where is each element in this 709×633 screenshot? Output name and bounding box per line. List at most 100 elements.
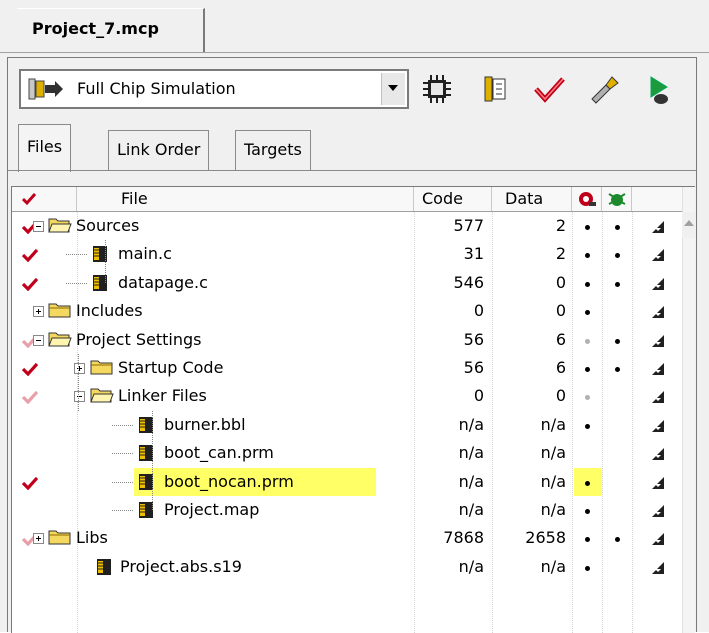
settings-icon[interactable] bbox=[477, 71, 513, 107]
debug-marker[interactable] bbox=[615, 281, 620, 287]
debug-marker[interactable] bbox=[615, 367, 620, 372]
project-tab[interactable]: Project_7.mcp bbox=[17, 8, 205, 52]
tree-row[interactable]: boot_can.prm n/a n/a bbox=[12, 439, 682, 467]
row-options-icon[interactable] bbox=[650, 418, 666, 439]
check-icon[interactable] bbox=[21, 276, 39, 296]
debug-marker[interactable] bbox=[585, 225, 590, 230]
expand-icon[interactable] bbox=[33, 533, 44, 545]
tree-row[interactable]: Project Settings 56 6 bbox=[12, 326, 682, 354]
tree-row[interactable]: Project.abs.s19 n/a n/a bbox=[12, 553, 682, 581]
header-code[interactable]: Code bbox=[414, 187, 492, 211]
collapse-icon[interactable] bbox=[33, 221, 44, 232]
tab-link-order[interactable]: Link Order bbox=[108, 130, 210, 170]
check-icon[interactable] bbox=[21, 247, 39, 267]
data-size: n/a bbox=[540, 414, 566, 434]
code-size: n/a bbox=[458, 500, 484, 519]
debug-marker[interactable] bbox=[615, 253, 620, 259]
wrench-icon[interactable] bbox=[586, 71, 622, 107]
file-list[interactable]: File Code Data Sources 577 2 main.c 31 2 datap… bbox=[11, 186, 695, 633]
tree-row[interactable]: Startup Code 56 6 bbox=[12, 354, 682, 382]
check-icon[interactable] bbox=[531, 71, 567, 107]
code-size: 546 bbox=[453, 272, 484, 292]
tree-row[interactable]: Linker Files 0 0 bbox=[12, 382, 682, 410]
file-icon bbox=[136, 415, 156, 440]
data-size: n/a bbox=[540, 500, 566, 519]
row-options-icon[interactable] bbox=[650, 560, 666, 581]
header-data-label: Data bbox=[505, 189, 544, 208]
debug-marker[interactable] bbox=[585, 480, 590, 486]
file-name: Includes bbox=[76, 301, 143, 321]
file-name: burner.bbl bbox=[164, 414, 246, 434]
tree-row[interactable]: Includes 0 0 bbox=[12, 297, 682, 325]
code-size: n/a bbox=[458, 471, 484, 491]
row-options-icon[interactable] bbox=[650, 503, 666, 524]
tree-connector bbox=[66, 254, 88, 256]
target-select-value: Full Chip Simulation bbox=[77, 79, 236, 98]
debug-icon[interactable] bbox=[639, 71, 675, 107]
debug-marker[interactable] bbox=[585, 338, 590, 344]
debug-marker[interactable] bbox=[585, 367, 590, 372]
tree-connector bbox=[105, 240, 106, 283]
data-size: 2658 bbox=[525, 528, 566, 548]
code-size: n/a bbox=[458, 414, 484, 434]
debug-marker[interactable] bbox=[585, 565, 590, 571]
tab-targets-label: Targets bbox=[244, 140, 302, 159]
header-data[interactable]: Data bbox=[492, 187, 572, 211]
tree-connector bbox=[66, 282, 88, 284]
header-debug[interactable] bbox=[572, 187, 602, 211]
tree-row[interactable]: main.c 31 2 bbox=[12, 240, 682, 268]
row-options-icon[interactable] bbox=[650, 475, 666, 496]
debug-marker[interactable] bbox=[585, 395, 590, 401]
header-bug[interactable] bbox=[602, 187, 632, 211]
debug-marker[interactable] bbox=[585, 281, 590, 287]
expand-icon[interactable] bbox=[33, 306, 44, 318]
tree-row[interactable]: burner.bbl n/a n/a bbox=[12, 411, 682, 439]
tree-row[interactable]: datapage.c 546 0 bbox=[12, 269, 682, 297]
chip-icon[interactable] bbox=[419, 71, 455, 107]
tree-row[interactable]: boot_nocan.prm n/a n/a bbox=[12, 467, 682, 496]
collapse-icon[interactable] bbox=[33, 334, 44, 346]
dropdown-arrow[interactable] bbox=[381, 73, 405, 105]
row-options-icon[interactable] bbox=[650, 446, 666, 467]
debug-marker[interactable] bbox=[585, 253, 590, 259]
data-size: n/a bbox=[540, 471, 566, 491]
vertical-scrollbar[interactable] bbox=[682, 187, 695, 633]
tree-row[interactable]: Sources 577 2 bbox=[12, 212, 682, 240]
row-options-icon[interactable] bbox=[650, 531, 666, 552]
tab-files-label: Files bbox=[27, 137, 63, 156]
row-options-icon[interactable] bbox=[650, 219, 666, 240]
scroll-up-button[interactable] bbox=[682, 212, 695, 238]
target-debug-icon bbox=[579, 192, 596, 206]
check-icon[interactable] bbox=[21, 475, 39, 495]
header-code-label: Code bbox=[422, 189, 463, 208]
row-options-icon[interactable] bbox=[650, 276, 666, 297]
debug-marker[interactable] bbox=[615, 537, 620, 543]
tree-row[interactable]: Libs 7868 2658 bbox=[12, 524, 682, 552]
check-icon[interactable] bbox=[21, 361, 39, 381]
debug-marker[interactable] bbox=[615, 338, 620, 344]
debug-marker[interactable] bbox=[615, 225, 620, 230]
tab-files[interactable]: Files bbox=[18, 124, 72, 172]
collapse-icon[interactable] bbox=[74, 391, 85, 403]
row-options-icon[interactable] bbox=[650, 247, 666, 268]
tree-row[interactable]: Project.map n/a n/a bbox=[12, 496, 682, 524]
debug-marker[interactable] bbox=[585, 537, 590, 543]
tab-targets[interactable]: Targets bbox=[235, 130, 311, 170]
expand-icon[interactable] bbox=[74, 363, 85, 374]
debug-marker[interactable] bbox=[585, 509, 590, 514]
data-size: 0 bbox=[555, 272, 566, 292]
header-check-col[interactable] bbox=[12, 187, 77, 211]
row-options-icon[interactable] bbox=[650, 333, 666, 354]
file-name: Libs bbox=[76, 528, 108, 548]
debug-marker[interactable] bbox=[585, 423, 590, 429]
header-file[interactable]: File bbox=[77, 187, 414, 211]
check-icon[interactable] bbox=[21, 389, 39, 409]
target-select[interactable]: Full Chip Simulation bbox=[19, 69, 409, 109]
data-size: 2 bbox=[555, 216, 566, 235]
file-icon bbox=[136, 443, 156, 468]
debug-marker[interactable] bbox=[585, 310, 590, 316]
chevron-down-icon bbox=[388, 85, 398, 91]
row-options-icon[interactable] bbox=[650, 361, 666, 382]
row-options-icon[interactable] bbox=[650, 389, 666, 410]
row-options-icon[interactable] bbox=[650, 304, 666, 325]
